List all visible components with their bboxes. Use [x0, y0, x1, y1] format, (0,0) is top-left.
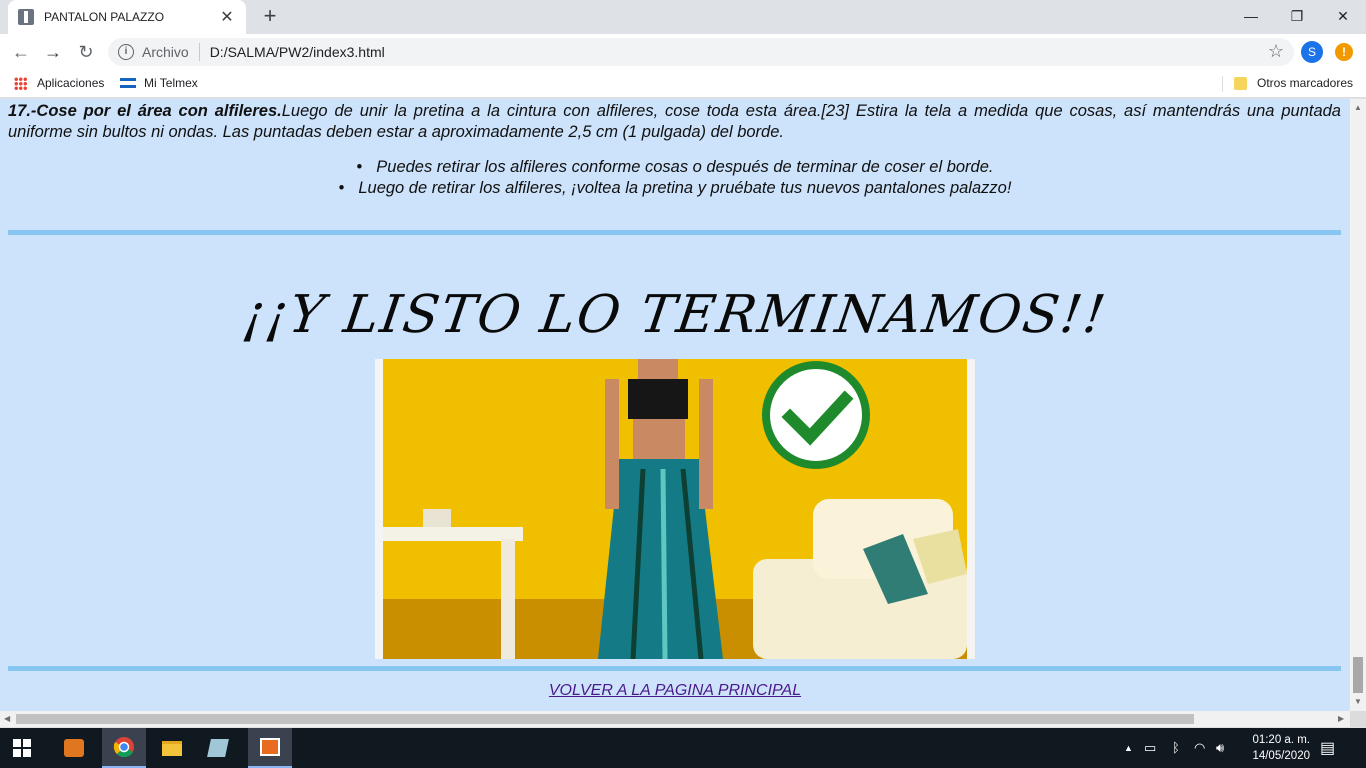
scroll-right-icon[interactable]: ▶	[1338, 714, 1344, 723]
address-bar[interactable]: i Archivo D:/SALMA/PW2/index3.html ☆	[108, 38, 1294, 66]
step-17-paragraph: 17.-Cose por el área con alfileres.Luego…	[8, 101, 1341, 143]
scroll-down-icon[interactable]: ▼	[1354, 697, 1362, 706]
wifi-icon[interactable]: ◠	[1194, 740, 1205, 756]
divider-rule	[8, 230, 1341, 235]
windows-taskbar: ▲ ▭ ᛒ ◠ 🔊︎ 01:20 a. m. 14/05/2020 ▤	[0, 728, 1366, 768]
reload-button[interactable]: ↻	[74, 40, 98, 64]
tab-close-icon[interactable]: ✕	[218, 7, 236, 27]
bookmark-apps-label: Aplicaciones	[37, 76, 105, 90]
step-17-title: 17.-Cose por el área con alfileres.	[8, 102, 282, 120]
url-text[interactable]: D:/SALMA/PW2/index3.html	[210, 44, 385, 60]
battery-icon[interactable]: ▭	[1144, 740, 1156, 756]
notifications-icon[interactable]: ▤	[1320, 738, 1335, 758]
forward-button[interactable]: →	[41, 40, 65, 64]
bluetooth-icon[interactable]: ᛒ	[1172, 740, 1180, 755]
bookmark-star-icon[interactable]: ☆	[1268, 41, 1284, 62]
volume-icon[interactable]: 🔊︎	[1216, 740, 1224, 756]
back-button[interactable]: ←	[9, 40, 33, 64]
clock-time: 01:20 a. m.	[1252, 734, 1310, 746]
minimize-button[interactable]: —	[1228, 0, 1274, 32]
tips-list: Puedes retirar los alfileres conforme co…	[0, 157, 1350, 199]
paint-taskbar-icon[interactable]	[248, 728, 292, 768]
scroll-up-icon[interactable]: ▲	[1354, 103, 1362, 112]
telmex-logo-icon	[120, 78, 136, 88]
scroll-left-icon[interactable]: ◀	[4, 714, 10, 723]
tab-title: PANTALON PALAZZO	[44, 10, 165, 24]
bookmark-telmex[interactable]: Mi Telmex	[120, 76, 198, 90]
horizontal-scrollbar[interactable]: ◀ ▶	[0, 711, 1350, 727]
file-explorer-taskbar-icon[interactable]	[150, 728, 194, 768]
scrollbar-corner	[1350, 711, 1366, 727]
vertical-scroll-thumb[interactable]	[1353, 657, 1363, 693]
apps-grid-icon	[14, 76, 27, 90]
photo-scene	[383, 359, 967, 659]
list-item: Puedes retirar los alfileres conforme co…	[0, 157, 1350, 178]
windows-logo-icon	[13, 739, 31, 757]
new-tab-button[interactable]: +	[258, 4, 282, 28]
photo-illustration	[383, 359, 967, 659]
clock-date: 14/05/2020	[1252, 750, 1310, 762]
chrome-logo-icon	[113, 737, 134, 758]
page-viewport: 17.-Cose por el área con alfileres. Luego…	[0, 99, 1350, 711]
bookmark-telmex-label: Mi Telmex	[144, 76, 198, 90]
scheme-label: Archivo	[142, 44, 189, 60]
browser-toolbar: ← → ↻ i Archivo D:/SALMA/PW2/index3.html…	[0, 34, 1366, 70]
page-favicon-icon	[18, 9, 34, 25]
vertical-scrollbar[interactable]: ▲ ▼	[1350, 99, 1366, 711]
bookmark-other-label: Otros marcadores	[1257, 76, 1354, 90]
bookmarks-divider	[1222, 76, 1223, 92]
back-to-home-link[interactable]: VOLVER A LA PAGINA PRINCIPAL	[0, 682, 1350, 700]
divider-rule-bottom	[8, 666, 1341, 671]
omnibox-divider	[198, 43, 200, 61]
media-player-taskbar-icon[interactable]	[52, 728, 96, 768]
finished-pants-photo	[375, 359, 975, 659]
start-button[interactable]	[0, 728, 44, 768]
chrome-taskbar-icon[interactable]	[102, 728, 146, 768]
close-window-button[interactable]: ✕	[1320, 0, 1366, 32]
tab-pantalon-palazzo[interactable]: PANTALON PALAZZO ✕	[8, 0, 246, 34]
clock[interactable]: 01:20 a. m. 14/05/2020	[1252, 732, 1310, 764]
bookmark-other[interactable]: Otros marcadores	[1234, 76, 1353, 90]
finale-heading: ¡¡Y LISTO LO TERMINAMOS!!	[239, 285, 1111, 345]
bookmarks-bar: Aplicaciones Mi Telmex Otros marcadores	[0, 70, 1366, 98]
horizontal-scroll-thumb[interactable]	[16, 714, 1194, 724]
bookmark-apps[interactable]: Aplicaciones	[14, 76, 104, 90]
list-item: Luego de retirar los alfileres, ¡voltea …	[0, 178, 1350, 199]
profile-avatar[interactable]: S	[1301, 41, 1323, 63]
tray-expand-icon[interactable]: ▲	[1124, 743, 1133, 753]
site-info-icon[interactable]: i	[118, 44, 134, 60]
app-taskbar-icon[interactable]	[196, 728, 240, 768]
tab-strip: PANTALON PALAZZO ✕ + — ❐ ✕	[0, 0, 1366, 34]
folder-icon	[1234, 76, 1247, 90]
maximize-button[interactable]: ❐	[1274, 0, 1320, 32]
update-alert-icon[interactable]: !	[1335, 43, 1353, 61]
